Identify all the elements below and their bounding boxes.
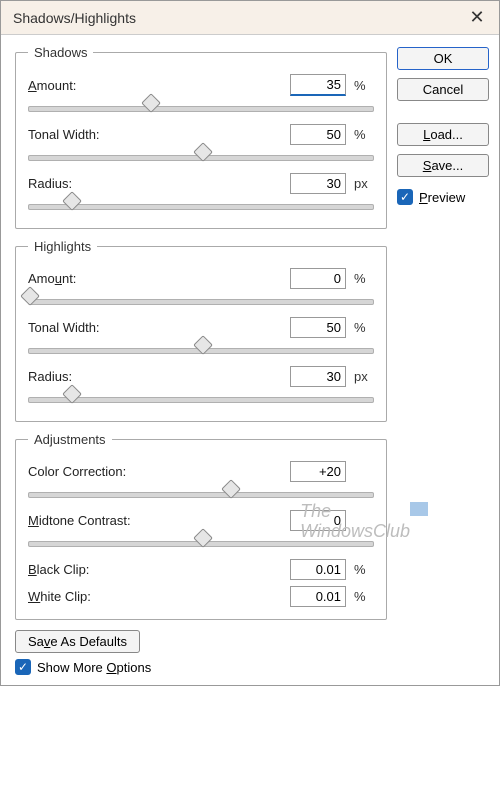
highlights-amount-label: Amount: <box>28 271 76 286</box>
highlights-group: Highlights Amount: % Ton <box>15 239 387 422</box>
preview-toggle[interactable]: ✓ Preview <box>397 189 489 205</box>
shadows-amount-unit: % <box>354 78 374 93</box>
load-button[interactable]: Load... <box>397 123 489 146</box>
shadows-tonal-input[interactable] <box>290 124 346 145</box>
shadows-highlights-dialog: Shadows/Highlights ✕ Shadows Amount: % <box>0 0 500 686</box>
show-more-label: Show More Options <box>37 660 151 675</box>
highlights-tonal: Tonal Width: % <box>28 317 374 360</box>
black-clip-row: Black Clip: % <box>28 559 374 580</box>
highlights-radius-slider[interactable] <box>28 391 374 409</box>
bottom-controls: Save As Defaults ✓ Show More Options <box>15 630 387 675</box>
shadows-legend: Shadows <box>28 45 93 60</box>
highlights-radius-input[interactable] <box>290 366 346 387</box>
shadows-tonal-label: Tonal Width: <box>28 127 100 142</box>
shadows-radius-unit: px <box>354 176 374 191</box>
show-more-options[interactable]: ✓ Show More Options <box>15 659 151 675</box>
shadows-tonal-unit: % <box>354 127 374 142</box>
dialog-title: Shadows/Highlights <box>13 10 136 26</box>
highlights-amount-input[interactable] <box>290 268 346 289</box>
shadows-radius: Radius: px <box>28 173 374 216</box>
highlights-amount-unit: % <box>354 271 374 286</box>
shadows-tonal-slider[interactable] <box>28 149 374 167</box>
midtone-contrast-slider[interactable] <box>28 535 374 553</box>
highlights-legend: Highlights <box>28 239 97 254</box>
ok-button[interactable]: OK <box>397 47 489 70</box>
white-clip-input[interactable] <box>290 586 346 607</box>
highlights-tonal-slider[interactable] <box>28 342 374 360</box>
color-correction-label: Color Correction: <box>28 464 126 479</box>
shadows-radius-slider[interactable] <box>28 198 374 216</box>
black-clip-label: Black Clip: <box>28 562 89 577</box>
highlights-radius: Radius: px <box>28 366 374 409</box>
color-correction-input[interactable] <box>290 461 346 482</box>
side-column: OK Cancel Load... Save... ✓ Preview <box>397 35 489 675</box>
adjustments-legend: Adjustments <box>28 432 112 447</box>
highlights-amount: Amount: % <box>28 268 374 311</box>
shadows-amount-input[interactable] <box>290 74 346 96</box>
shadows-amount-slider[interactable] <box>28 100 374 118</box>
highlights-tonal-unit: % <box>354 320 374 335</box>
white-clip-unit: % <box>354 589 374 604</box>
main-column: Shadows Amount: % Tonal <box>15 35 387 675</box>
shadows-radius-input[interactable] <box>290 173 346 194</box>
save-as-defaults-button[interactable]: Save As Defaults <box>15 630 140 653</box>
adjustments-group: Adjustments Color Correction: <box>15 432 387 620</box>
midtone-contrast: Midtone Contrast: <box>28 510 374 553</box>
shadows-tonal: Tonal Width: % <box>28 124 374 167</box>
black-clip-unit: % <box>354 562 374 577</box>
color-correction-slider[interactable] <box>28 486 374 504</box>
highlights-tonal-input[interactable] <box>290 317 346 338</box>
show-more-checkbox-icon: ✓ <box>15 659 31 675</box>
midtone-contrast-label: Midtone Contrast: <box>28 513 131 528</box>
white-clip-row: White Clip: % <box>28 586 374 607</box>
black-clip-input[interactable] <box>290 559 346 580</box>
midtone-contrast-input[interactable] <box>290 510 346 531</box>
color-correction: Color Correction: <box>28 461 374 504</box>
highlights-tonal-label: Tonal Width: <box>28 320 100 335</box>
highlights-radius-label: Radius: <box>28 369 72 384</box>
highlights-amount-slider[interactable] <box>28 293 374 311</box>
shadows-amount: Amount: % <box>28 74 374 118</box>
highlights-radius-unit: px <box>354 369 374 384</box>
white-clip-label: White Clip: <box>28 589 91 604</box>
shadows-group: Shadows Amount: % Tonal <box>15 45 387 229</box>
shadows-radius-label: Radius: <box>28 176 72 191</box>
preview-label: Preview <box>419 190 465 205</box>
dialog-body: Shadows Amount: % Tonal <box>1 35 499 685</box>
save-button[interactable]: Save... <box>397 154 489 177</box>
titlebar: Shadows/Highlights ✕ <box>1 1 499 35</box>
close-icon[interactable]: ✕ <box>465 7 489 28</box>
cancel-button[interactable]: Cancel <box>397 78 489 101</box>
shadows-amount-label: Amount: <box>28 78 76 93</box>
preview-checkbox-icon: ✓ <box>397 189 413 205</box>
